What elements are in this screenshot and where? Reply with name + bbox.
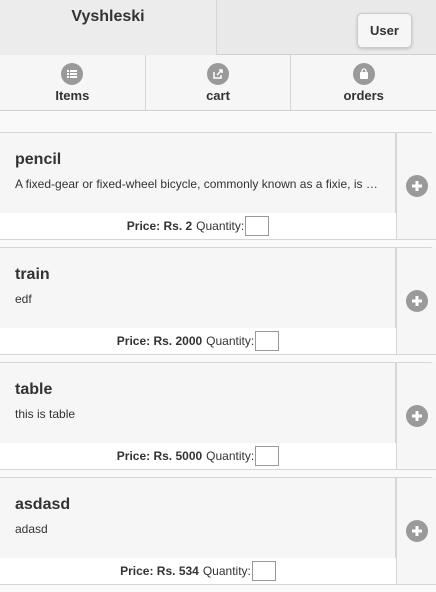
product-link[interactable]: asdasd adasd bbox=[0, 478, 396, 558]
nav-item-cart[interactable]: cart bbox=[146, 55, 292, 110]
nav-item-orders[interactable]: orders bbox=[291, 55, 436, 110]
add-to-cart-button[interactable] bbox=[396, 248, 436, 354]
product-price: Price: Rs. 2 bbox=[126, 219, 193, 233]
product-name: pencil bbox=[15, 151, 62, 168]
product-description: edf bbox=[15, 292, 32, 306]
plus-icon bbox=[405, 520, 428, 542]
quantity-input[interactable] bbox=[255, 446, 280, 466]
plus-icon bbox=[405, 290, 428, 312]
list-item: asdasd adasd Price: Rs. 534 Quantity: bbox=[0, 477, 436, 585]
list-item: train edf Price: Rs. 2000 Quantity: bbox=[0, 247, 436, 355]
product-description: adasd bbox=[15, 522, 48, 536]
product-description: this is table bbox=[15, 407, 76, 421]
quantity-input[interactable] bbox=[251, 561, 276, 581]
share-icon bbox=[207, 63, 229, 85]
bag-icon bbox=[352, 63, 375, 85]
quantity-input[interactable] bbox=[245, 216, 270, 236]
product-footer: Price: Rs. 5000 Quantity: bbox=[0, 443, 396, 469]
list-icon bbox=[61, 63, 84, 85]
nav-label-items: Items bbox=[55, 88, 90, 103]
product-name: train bbox=[15, 266, 50, 283]
add-to-cart-button[interactable] bbox=[396, 363, 436, 469]
product-price: Price: Rs. 5000 bbox=[116, 449, 203, 463]
quantity-label: Quantity: bbox=[202, 564, 251, 578]
quantity-label: Quantity: bbox=[196, 219, 245, 233]
plus-icon bbox=[405, 405, 428, 427]
app-title: Vyshleski bbox=[0, 0, 217, 55]
plus-icon bbox=[405, 175, 428, 197]
quantity-label: Quantity: bbox=[206, 334, 255, 348]
add-to-cart-button[interactable] bbox=[396, 478, 436, 584]
product-list: pencil A fixed-gear or fixed-wheel bicyc… bbox=[0, 132, 436, 592]
product-name: asdasd bbox=[15, 496, 71, 513]
product-description: A fixed-gear or fixed-wheel bicycle, com… bbox=[15, 177, 380, 191]
product-footer: Price: Rs. 2000 Quantity: bbox=[0, 328, 396, 354]
product-footer: Price: Rs. 534 Quantity: bbox=[0, 558, 396, 584]
product-price: Price: Rs. 534 bbox=[120, 564, 199, 578]
product-link[interactable]: train edf bbox=[0, 248, 396, 328]
list-item: table this is table Price: Rs. 5000 Quan… bbox=[0, 362, 436, 470]
list-item: pencil A fixed-gear or fixed-wheel bicyc… bbox=[0, 132, 436, 240]
product-footer: Price: Rs. 2 Quantity: bbox=[0, 213, 396, 239]
nav-label-cart: cart bbox=[206, 88, 230, 103]
navbar: Items cart orders bbox=[0, 55, 436, 111]
user-button[interactable]: User bbox=[357, 13, 412, 48]
product-link[interactable]: pencil A fixed-gear or fixed-wheel bicyc… bbox=[0, 133, 396, 213]
nav-label-orders: orders bbox=[343, 88, 384, 103]
add-to-cart-button[interactable] bbox=[396, 133, 436, 239]
product-name: table bbox=[15, 381, 53, 398]
quantity-input[interactable] bbox=[255, 331, 280, 351]
product-link[interactable]: table this is table bbox=[0, 363, 396, 443]
nav-item-items[interactable]: Items bbox=[0, 55, 146, 110]
header: Vyshleski User bbox=[0, 0, 436, 55]
quantity-label: Quantity: bbox=[206, 449, 255, 463]
product-price: Price: Rs. 2000 bbox=[116, 334, 203, 348]
